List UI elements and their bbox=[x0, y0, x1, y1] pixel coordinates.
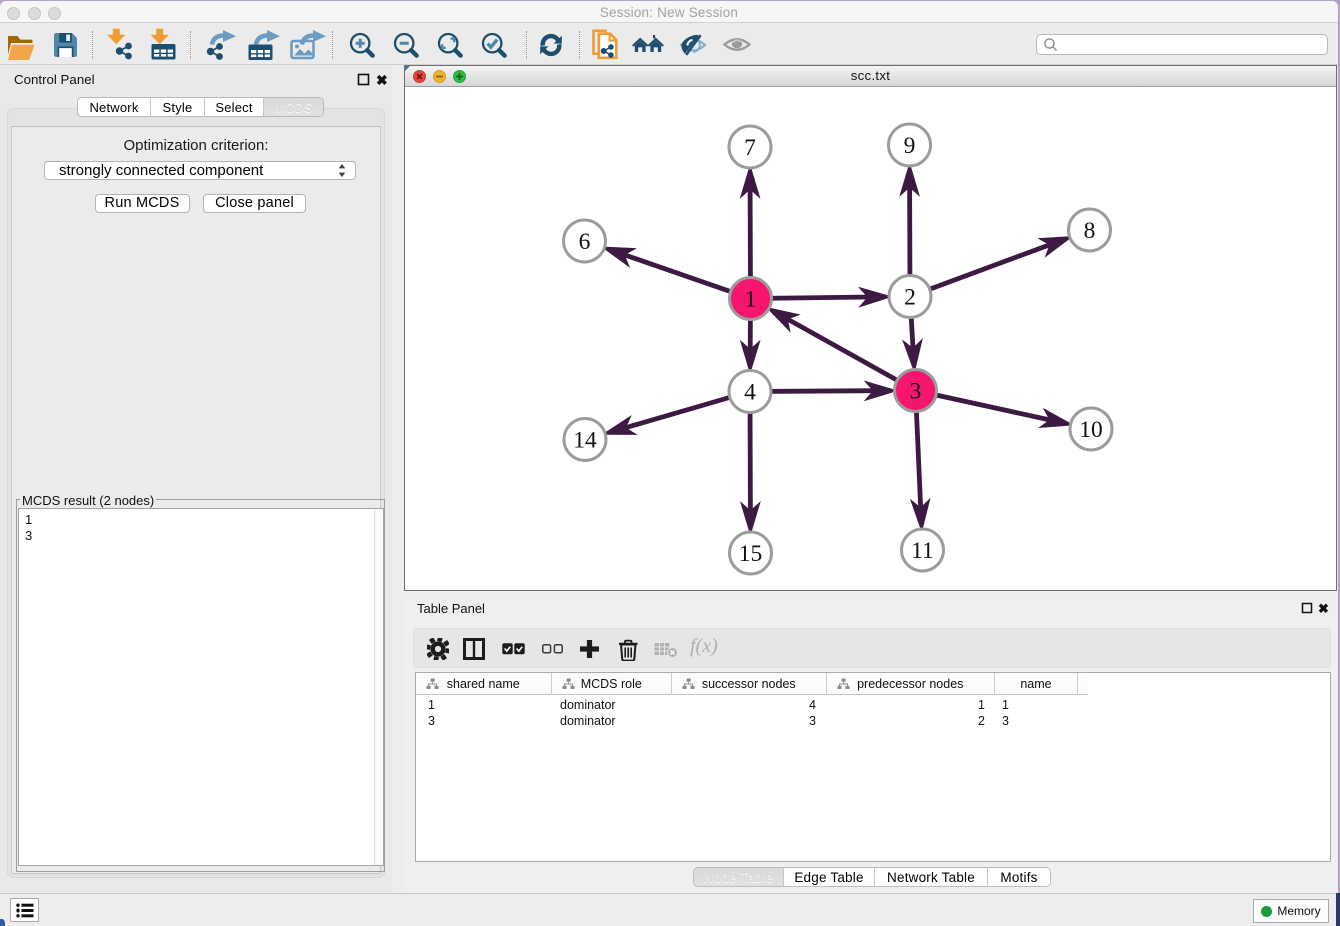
svg-text:15: 15 bbox=[739, 541, 763, 567]
svg-text:1: 1 bbox=[745, 287, 757, 313]
svg-text:7: 7 bbox=[744, 135, 756, 161]
svg-text:6: 6 bbox=[579, 229, 591, 255]
svg-text:4: 4 bbox=[744, 380, 756, 406]
svg-text:2: 2 bbox=[904, 285, 916, 311]
svg-text:3: 3 bbox=[910, 379, 922, 405]
svg-text:9: 9 bbox=[904, 133, 916, 159]
svg-text:10: 10 bbox=[1079, 417, 1103, 443]
svg-text:11: 11 bbox=[911, 538, 934, 564]
svg-text:8: 8 bbox=[1084, 218, 1096, 244]
svg-text:14: 14 bbox=[573, 428, 597, 454]
